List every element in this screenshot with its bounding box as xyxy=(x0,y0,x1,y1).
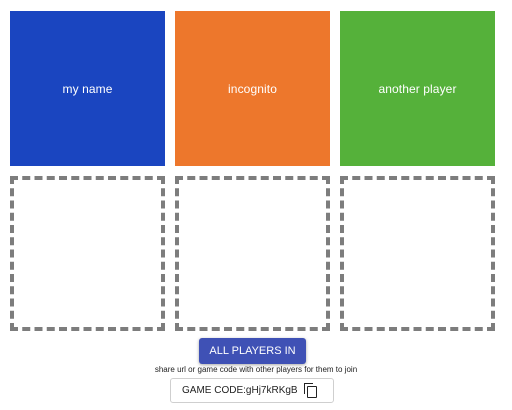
player-tile-1: my name xyxy=(10,11,165,166)
game-lobby: my name incognito another player ALL PLA… xyxy=(0,0,512,410)
empty-player-slot xyxy=(175,176,330,331)
empty-player-slot xyxy=(340,176,495,331)
game-code-label: GAME CODE: xyxy=(182,385,246,396)
game-code-copy-button[interactable]: GAME CODE: gHj7kRKgB xyxy=(170,378,334,403)
player-tile-2: incognito xyxy=(175,11,330,166)
player-tile-3: another player xyxy=(340,11,495,166)
copy-icon xyxy=(303,382,318,399)
share-hint: share url or game code with other player… xyxy=(154,365,358,374)
game-code-value: gHj7kRKgB xyxy=(245,385,298,396)
player-name: my name xyxy=(62,81,113,96)
player-name: another player xyxy=(378,81,457,96)
player-name: incognito xyxy=(228,81,277,96)
empty-player-slot xyxy=(10,176,165,331)
all-players-in-button[interactable]: ALL PLAYERS IN xyxy=(199,338,306,364)
